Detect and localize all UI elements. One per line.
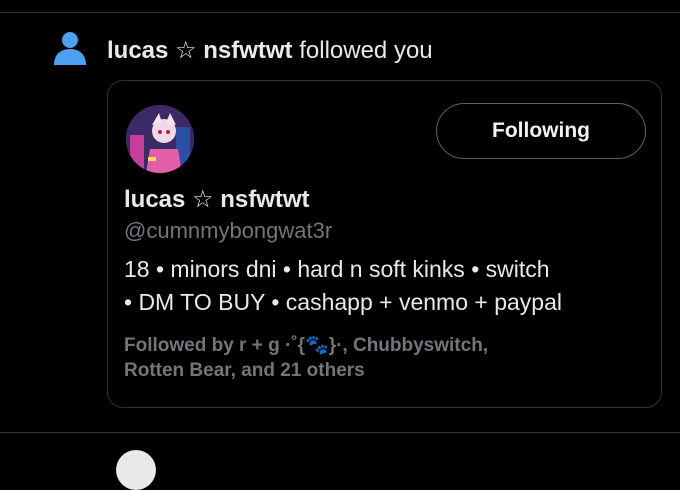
profile-avatar[interactable] [126, 105, 194, 173]
person-icon [54, 32, 86, 65]
next-item-avatar [116, 450, 156, 490]
following-button[interactable]: Following [436, 103, 646, 159]
bio-line: • DM TO BUY • cashapp + venmo + paypal [124, 289, 562, 315]
followed-by-text[interactable]: Followed by r + g ·˚{🐾}·, Chubbyswitch, … [124, 333, 644, 383]
card-user-name[interactable]: lucas ☆ nsfwtwt [124, 185, 310, 214]
card-user-handle[interactable]: @cumnmybongwat3r [124, 218, 332, 244]
notification-text: lucas ☆ nsfwtwt followed you [107, 36, 433, 65]
bio-line: 18 • minors dni • hard n soft kinks • sw… [124, 256, 550, 282]
bottom-divider [0, 432, 680, 433]
notification-action: followed you [292, 37, 433, 64]
card-bio: 18 • minors dni • hard n soft kinks • sw… [124, 253, 654, 319]
notification-user-name[interactable]: lucas ☆ nsfwtwt [107, 37, 293, 64]
top-divider [0, 12, 680, 13]
followed-by-line: Followed by r + g ·˚{🐾}·, Chubbyswitch, [124, 335, 489, 356]
user-card[interactable]: Following lucas ☆ nsfwtwt @cumnmybongwat… [107, 80, 662, 408]
followed-by-line: Rotten Bear, and 21 others [124, 360, 365, 381]
